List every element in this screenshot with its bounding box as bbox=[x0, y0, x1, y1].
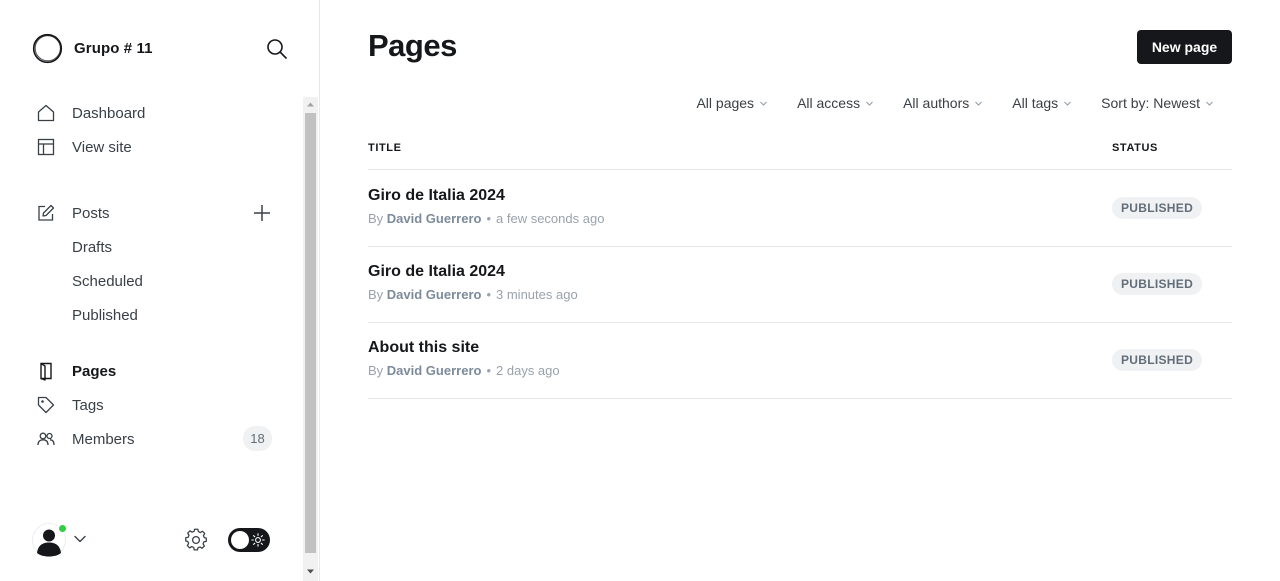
table-row[interactable]: Giro de Italia 2024 By David Guerrero • a … bbox=[368, 170, 1232, 247]
sidebar-item-view-site[interactable]: View site bbox=[36, 133, 132, 161]
sidebar-item-tags[interactable]: Tags bbox=[36, 391, 104, 419]
sun-icon bbox=[251, 533, 265, 547]
meta-by: By bbox=[368, 211, 384, 226]
table-row[interactable]: About this site By David Guerrero • 2 days… bbox=[368, 322, 1232, 399]
sidebar-item-scheduled[interactable]: Scheduled bbox=[72, 268, 143, 294]
chevron-down-icon bbox=[866, 101, 874, 106]
separator-dot: • bbox=[486, 287, 492, 302]
sidebar-item-dashboard[interactable]: Dashboard bbox=[36, 99, 145, 127]
gear-icon[interactable] bbox=[184, 528, 208, 552]
page-title-link[interactable]: Giro de Italia 2024 bbox=[368, 263, 505, 281]
page-meta: By David Guerrero • 2 days ago bbox=[368, 363, 560, 378]
status-badge: PUBLISHED bbox=[1112, 273, 1203, 295]
plus-icon[interactable] bbox=[250, 201, 274, 225]
timestamp: 2 days ago bbox=[496, 363, 560, 378]
search-icon[interactable] bbox=[264, 36, 290, 62]
sidebar-item-label: Dashboard bbox=[72, 104, 146, 122]
timestamp: a few seconds ago bbox=[496, 211, 605, 226]
page-title-link[interactable]: Giro de Italia 2024 bbox=[368, 187, 505, 205]
sidebar-item-drafts[interactable]: Drafts bbox=[72, 234, 112, 260]
toggle-knob bbox=[231, 531, 249, 549]
page-meta: By David Guerrero • 3 minutes ago bbox=[368, 287, 578, 302]
meta-by: By bbox=[368, 363, 384, 378]
sidebar-item-published[interactable]: Published bbox=[72, 302, 138, 328]
page-title: Pages bbox=[368, 28, 457, 63]
sidebar-item-members[interactable]: Members bbox=[36, 425, 135, 453]
page-meta: By David Guerrero • a few seconds ago bbox=[368, 211, 604, 226]
members-icon bbox=[37, 432, 55, 446]
dark-mode-toggle[interactable] bbox=[228, 528, 270, 552]
house-icon bbox=[37, 104, 55, 122]
chevron-down-icon bbox=[760, 101, 767, 106]
filter-label: Sort by: Newest bbox=[1101, 95, 1200, 111]
column-header-status: STATUS bbox=[1112, 142, 1158, 154]
scroll-up-arrow-icon[interactable] bbox=[303, 97, 318, 112]
status-badge: PUBLISHED bbox=[1112, 197, 1203, 219]
scroll-down-arrow-icon[interactable] bbox=[303, 564, 318, 579]
scrollbar-thumb[interactable] bbox=[305, 113, 316, 553]
members-count-badge: 18 bbox=[243, 426, 272, 451]
filter-all-authors[interactable]: All authors bbox=[903, 95, 983, 111]
page-icon bbox=[40, 362, 52, 381]
author-name: David Guerrero bbox=[386, 287, 482, 302]
filter-label: All tags bbox=[1012, 95, 1059, 111]
chevron-down-icon bbox=[975, 101, 983, 106]
online-status-dot bbox=[57, 523, 68, 534]
sidebar-item-pages[interactable]: Pages bbox=[36, 357, 116, 385]
page-title-link[interactable]: About this site bbox=[368, 339, 479, 357]
chevron-down-icon[interactable] bbox=[73, 532, 87, 546]
separator-dot: • bbox=[486, 363, 492, 378]
filter-label: All pages bbox=[696, 95, 755, 111]
filter-label: All authors bbox=[903, 95, 970, 111]
tag-icon bbox=[37, 396, 55, 414]
new-page-button[interactable]: New page bbox=[1137, 30, 1232, 64]
separator-dot: • bbox=[486, 211, 492, 226]
sidebar-item-label: View site bbox=[72, 138, 132, 156]
sort-dropdown[interactable]: Sort by: Newest bbox=[1101, 95, 1214, 111]
site-name: Grupo # 11 bbox=[74, 39, 153, 57]
filter-all-pages[interactable]: All pages bbox=[696, 95, 768, 111]
sidebar-item-label: Tags bbox=[72, 396, 104, 414]
table-row[interactable]: Giro de Italia 2024 By David Guerrero • 3 … bbox=[368, 246, 1232, 323]
layout-icon bbox=[37, 138, 55, 156]
author-name: David Guerrero bbox=[386, 363, 482, 378]
sidebar-item-label: Pages bbox=[72, 362, 117, 380]
sidebar-item-posts[interactable]: Posts bbox=[36, 199, 110, 227]
author-name: David Guerrero bbox=[386, 211, 482, 226]
filter-bar: All pages All access All authors All tag… bbox=[696, 92, 1214, 114]
status-badge: PUBLISHED bbox=[1112, 349, 1203, 371]
filter-label: All access bbox=[797, 95, 861, 111]
site-brand[interactable]: Grupo # 11 bbox=[32, 32, 153, 64]
chevron-down-icon bbox=[1064, 101, 1072, 106]
timestamp: 3 minutes ago bbox=[496, 287, 578, 302]
site-logo-icon bbox=[32, 33, 63, 63]
sidebar-item-label: Posts bbox=[72, 204, 110, 222]
column-header-title: TITLE bbox=[368, 142, 402, 154]
sidebar-item-label: Members bbox=[72, 430, 135, 448]
filter-all-access[interactable]: All access bbox=[797, 95, 874, 111]
meta-by: By bbox=[368, 287, 384, 302]
pencil-edit-icon bbox=[38, 204, 55, 221]
filter-all-tags[interactable]: All tags bbox=[1012, 95, 1072, 111]
chevron-down-icon bbox=[1206, 101, 1213, 106]
sidebar: Grupo # 11 Dashboard View site Posts Dra… bbox=[0, 0, 320, 581]
